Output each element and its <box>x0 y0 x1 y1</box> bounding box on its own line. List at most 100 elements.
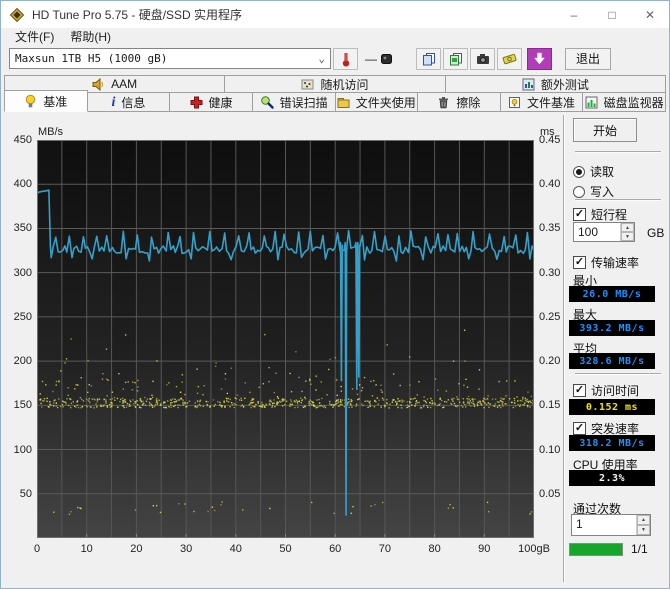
tab-random-access[interactable]: 随机访问 <box>224 75 445 93</box>
checkbox-checked-icon[interactable]: ✓ <box>573 384 586 397</box>
separator <box>575 199 661 201</box>
temperature-value: — <box>365 52 377 66</box>
write-radio[interactable]: 写入 <box>573 183 614 200</box>
folder-icon <box>337 96 350 109</box>
copy-image-button[interactable] <box>443 48 468 70</box>
tab-info[interactable]: i 信息 <box>87 92 171 112</box>
menu-help[interactable]: 帮助(H) <box>62 28 119 44</box>
min-value-display: 26.0 MB/s <box>569 286 655 302</box>
copy-text-button[interactable] <box>416 48 441 70</box>
trash-icon <box>437 96 450 109</box>
speaker-icon <box>92 78 105 91</box>
toolbar: Maxsun 1TB H5 (1000 gB) ⌄ — <box>1 44 669 73</box>
y-axis-tick-label: 200 <box>1 355 32 367</box>
copy-image-icon <box>449 52 463 66</box>
tab-error-scan[interactable]: 错误扫描 <box>252 92 336 112</box>
start-button[interactable]: 开始 <box>573 118 637 142</box>
spinner-up-icon[interactable]: ▲ <box>621 223 634 232</box>
transfer-rate-checkbox[interactable]: ✓ 传输速率 <box>573 254 639 271</box>
x-axis: 0102030405060708090100gB <box>37 543 534 557</box>
benchmark-bulb-icon <box>24 94 37 108</box>
drive-selector[interactable]: Maxsun 1TB H5 (1000 gB) ⌄ <box>9 48 331 69</box>
extra-tests-icon <box>522 78 535 91</box>
x-axis-tick-label: 60 <box>313 543 357 555</box>
exit-button[interactable]: 退出 <box>565 48 611 70</box>
ms-axis-tick-label: 0.45 <box>539 134 560 146</box>
tab-label: 错误扫描 <box>280 94 328 111</box>
screenshot-button[interactable] <box>470 48 495 70</box>
x-axis-tick-label: 20 <box>114 543 158 555</box>
disk-monitor-icon <box>585 96 598 109</box>
x-axis-tick-label: 0 <box>15 543 59 555</box>
drive-selector-value: Maxsun 1TB H5 (1000 gB) <box>15 52 314 65</box>
separator <box>575 151 661 153</box>
spinner-up-icon[interactable]: ▲ <box>637 515 650 525</box>
money-icon <box>502 52 517 66</box>
progress-bar <box>569 543 623 556</box>
tab-file-benchmark[interactable]: 文件基准 <box>500 92 584 112</box>
tab-label: 擦除 <box>456 94 480 111</box>
ms-axis-tick-label: 0.25 <box>539 311 560 323</box>
camera-icon <box>476 52 490 66</box>
spinner-down-icon[interactable]: ▼ <box>637 525 650 535</box>
tab-label: AAM <box>111 77 137 91</box>
close-button[interactable]: ✕ <box>631 1 669 28</box>
tab-label: 文件基准 <box>527 94 575 111</box>
ms-axis-tick-label: 0.05 <box>539 488 560 500</box>
title-bar: HD Tune Pro 5.75 - 硬盘/SSD 实用程序 – □ ✕ <box>1 1 669 28</box>
short-stroke-label: 短行程 <box>591 206 627 223</box>
transfer-rate-label: 传输速率 <box>591 254 639 271</box>
x-axis-tick-label: 100gB <box>512 543 556 555</box>
y-axis-tick-label: 400 <box>1 178 32 190</box>
checkbox-checked-icon[interactable]: ✓ <box>573 422 586 435</box>
y-axis-tick-label: 300 <box>1 267 32 279</box>
minimize-button[interactable]: – <box>555 1 593 28</box>
app-window: HD Tune Pro 5.75 - 硬盘/SSD 实用程序 – □ ✕ 文件(… <box>0 0 670 589</box>
radio-unselected-icon[interactable] <box>573 186 585 198</box>
read-radio[interactable]: 读取 <box>573 163 614 180</box>
read-radio-label: 读取 <box>590 163 614 180</box>
y-axis-tick-label: 50 <box>1 488 32 500</box>
max-value-display: 393.2 MB/s <box>569 320 655 336</box>
buy-button[interactable] <box>497 48 522 70</box>
access-time-checkbox[interactable]: ✓ 访问时间 <box>573 382 639 399</box>
temperature-button[interactable] <box>333 48 358 70</box>
dice-icon <box>301 78 314 91</box>
checkbox-checked-icon[interactable]: ✓ <box>573 208 586 221</box>
tab-folder-usage[interactable]: 文件夹使用 <box>335 92 419 112</box>
tab-erase[interactable]: 擦除 <box>417 92 501 112</box>
tab-label: 基准 <box>43 93 67 110</box>
y-axis-tick-label: 100 <box>1 444 32 456</box>
download-button[interactable] <box>527 48 552 70</box>
radio-selected-icon[interactable] <box>573 166 585 178</box>
y-left-axis-unit: MB/s <box>38 126 63 138</box>
separator <box>575 373 661 375</box>
capacity-spinner: ▲ ▼ <box>620 223 634 241</box>
capacity-input[interactable]: 100 ▲ ▼ <box>573 222 635 242</box>
tab-label: 随机访问 <box>320 76 368 93</box>
tab-label: 磁盘监视器 <box>604 94 664 111</box>
y-left-axis: 45040035030025020015010050 <box>1 140 32 538</box>
temperature-unit-icon <box>381 53 392 65</box>
access-time-display: 0.152 ms <box>569 399 655 415</box>
benchmark-control-panel: 开始 读取 写入 ✓ 短行程 100 ▲ ▼ GB <box>567 112 669 587</box>
maximize-button[interactable]: □ <box>593 1 631 28</box>
tab-disk-monitor[interactable]: 磁盘监视器 <box>582 92 666 112</box>
tab-benchmark[interactable]: 基准 <box>4 90 88 112</box>
checkbox-checked-icon[interactable]: ✓ <box>573 256 586 269</box>
short-stroke-checkbox[interactable]: ✓ 短行程 <box>573 206 627 223</box>
tab-health[interactable]: 健康 <box>169 92 253 112</box>
menu-bar: 文件(F) 帮助(H) <box>1 28 669 44</box>
avg-value-display: 328.6 MB/s <box>569 353 655 369</box>
tab-extra-tests[interactable]: 额外测试 <box>445 75 666 93</box>
copy-icon <box>422 52 436 66</box>
tab-label: 文件夹使用 <box>356 94 416 111</box>
pass-count-input[interactable]: 1 ▲ ▼ <box>571 514 651 536</box>
x-axis-tick-label: 30 <box>164 543 208 555</box>
menu-file[interactable]: 文件(F) <box>7 28 62 44</box>
magnifier-icon <box>260 95 274 109</box>
x-axis-tick-label: 50 <box>264 543 308 555</box>
ms-axis-tick-label: 0.35 <box>539 222 560 234</box>
progress-label: 1/1 <box>631 542 648 556</box>
spinner-down-icon[interactable]: ▼ <box>621 232 634 241</box>
